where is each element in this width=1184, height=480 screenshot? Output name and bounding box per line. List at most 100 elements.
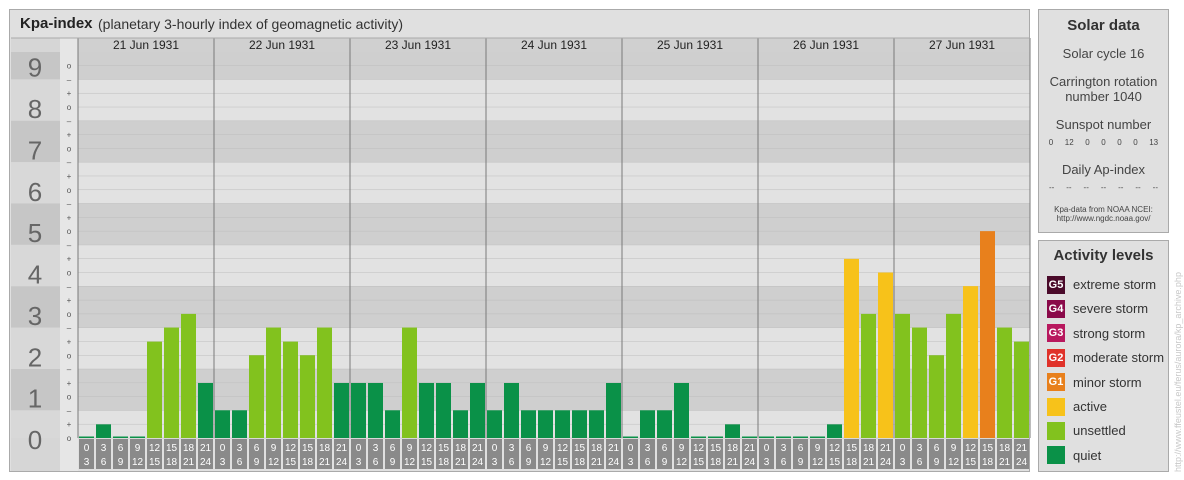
time-end-label: 15 (285, 457, 297, 468)
time-start-label: 12 (693, 443, 705, 454)
time-start-label: 15 (438, 443, 450, 454)
kp-bar (776, 436, 791, 438)
time-start-label: 9 (407, 443, 413, 454)
sunspot-value: 0 (1101, 138, 1106, 147)
ap-value: -- (1083, 183, 1089, 192)
time-start-label: 12 (965, 443, 977, 454)
time-end-label: 9 (934, 457, 940, 468)
legend-label: quiet (1073, 447, 1102, 463)
time-start-label: 3 (101, 443, 107, 454)
kp-bar (198, 382, 213, 438)
time-start-label: 12 (149, 443, 161, 454)
time-start-label: 9 (543, 443, 549, 454)
activity-levels-panel: Activity levels G5 extreme storm G4 severe … (1038, 240, 1169, 472)
kp-bar (334, 382, 349, 438)
time-start-label: 21 (336, 443, 348, 454)
time-end-label: 24 (608, 457, 620, 468)
kp-bar (827, 424, 842, 438)
time-start-label: 18 (727, 443, 739, 454)
kp-bar (844, 258, 859, 438)
kpa-chart-panel: 0 1 2 3 4 5 6 7 8 9 o + – o + – o + – o + – o + – o + – o + – o + – o + – o 21… (9, 9, 1031, 472)
legend-label: minor storm (1073, 374, 1142, 390)
y-tick-label: 2 (28, 342, 42, 372)
legend-label: active (1073, 399, 1107, 414)
legend-item: G4 severe storm (1047, 299, 1148, 318)
time-start-label: 3 (645, 443, 651, 454)
sunspot-value: 0 (1117, 138, 1122, 147)
time-start-label: 3 (509, 443, 515, 454)
legend-item: quiet (1047, 446, 1101, 465)
kp-bar (759, 436, 774, 438)
sunspot-value: 0 (1085, 138, 1090, 147)
time-start-label: 21 (880, 443, 892, 454)
time-end-label: 21 (727, 457, 739, 468)
kp-bar (538, 410, 553, 438)
time-end-label: 18 (438, 457, 450, 468)
time-end-label: 15 (693, 457, 705, 468)
ap-value: -- (1100, 183, 1107, 192)
ap-values: -- -- -- -- -- -- -- (1039, 183, 1168, 192)
legend-item: G2 moderate storm (1047, 348, 1164, 367)
legend-swatch: G3 (1047, 324, 1065, 343)
legend-label: severe storm (1073, 301, 1149, 317)
time-start-label: 3 (917, 443, 923, 454)
kp-bar (742, 436, 757, 438)
time-end-label: 12 (404, 457, 416, 468)
y-tick-label: 8 (28, 94, 42, 124)
legend-swatch (1047, 446, 1065, 465)
time-start-label: 0 (220, 443, 226, 454)
time-start-label: 15 (302, 443, 314, 454)
time-start-label: 0 (356, 443, 362, 454)
time-end-label: 21 (183, 457, 195, 468)
carrington-line1: Carrington rotation (1049, 74, 1158, 89)
kp-bar (215, 410, 230, 438)
y-tick-label: 6 (28, 177, 42, 207)
time-end-label: 12 (540, 457, 552, 468)
y-sub-label: – (67, 158, 72, 167)
kp-bar (980, 231, 995, 438)
kp-bar (674, 382, 689, 438)
legend-swatch: G4 (1047, 299, 1065, 318)
y-sub-label: o (67, 62, 72, 71)
kp-bar (623, 436, 638, 438)
time-start-label: 9 (815, 443, 821, 454)
time-end-label: 21 (591, 457, 603, 468)
day-label: 27 Jun 1931 (929, 38, 995, 52)
kp-bar (283, 341, 298, 438)
day-label: 21 Jun 1931 (113, 38, 179, 52)
kp-bar (164, 327, 179, 438)
source-link[interactable]: http://www.ngdc.noaa.gov/ (1039, 214, 1168, 224)
legend-swatch (1047, 397, 1065, 416)
y-sub-label: o (67, 269, 72, 278)
time-end-label: 21 (319, 457, 331, 468)
chart-subtitle: (planetary 3-hourly index of geomagnetic… (98, 16, 404, 32)
legend-item: G5 extreme storm (1047, 275, 1156, 294)
kp-bar (402, 327, 417, 438)
sunspot-value: 13 (1149, 138, 1159, 147)
y-sub-label: + (67, 172, 72, 181)
time-end-label: 12 (948, 457, 960, 468)
time-end-label: 15 (829, 457, 841, 468)
legend-label: unsettled (1073, 423, 1126, 439)
time-end-label: 3 (628, 457, 634, 468)
y-sub-label: – (67, 282, 72, 291)
time-start-label: 12 (829, 443, 841, 454)
time-start-label: 18 (319, 443, 331, 454)
y-sub-label: + (67, 379, 72, 388)
kp-bar (147, 341, 162, 438)
legend-swatch (1047, 421, 1065, 440)
time-start-label: 15 (166, 443, 178, 454)
day-label: 23 Jun 1931 (385, 38, 451, 52)
time-start-label: 15 (846, 443, 858, 454)
time-end-label: 21 (455, 457, 467, 468)
kp-bar (946, 313, 961, 438)
y-tick-label: 0 (28, 425, 42, 455)
kp-bar (606, 382, 621, 438)
sunspot-value: 0 (1133, 138, 1138, 147)
time-start-label: 21 (1016, 443, 1028, 454)
time-start-label: 0 (628, 443, 634, 454)
y-sub-label: o (67, 103, 72, 112)
time-end-label: 18 (982, 457, 994, 468)
legend-label: extreme storm (1073, 277, 1157, 292)
time-end-label: 18 (710, 457, 722, 468)
